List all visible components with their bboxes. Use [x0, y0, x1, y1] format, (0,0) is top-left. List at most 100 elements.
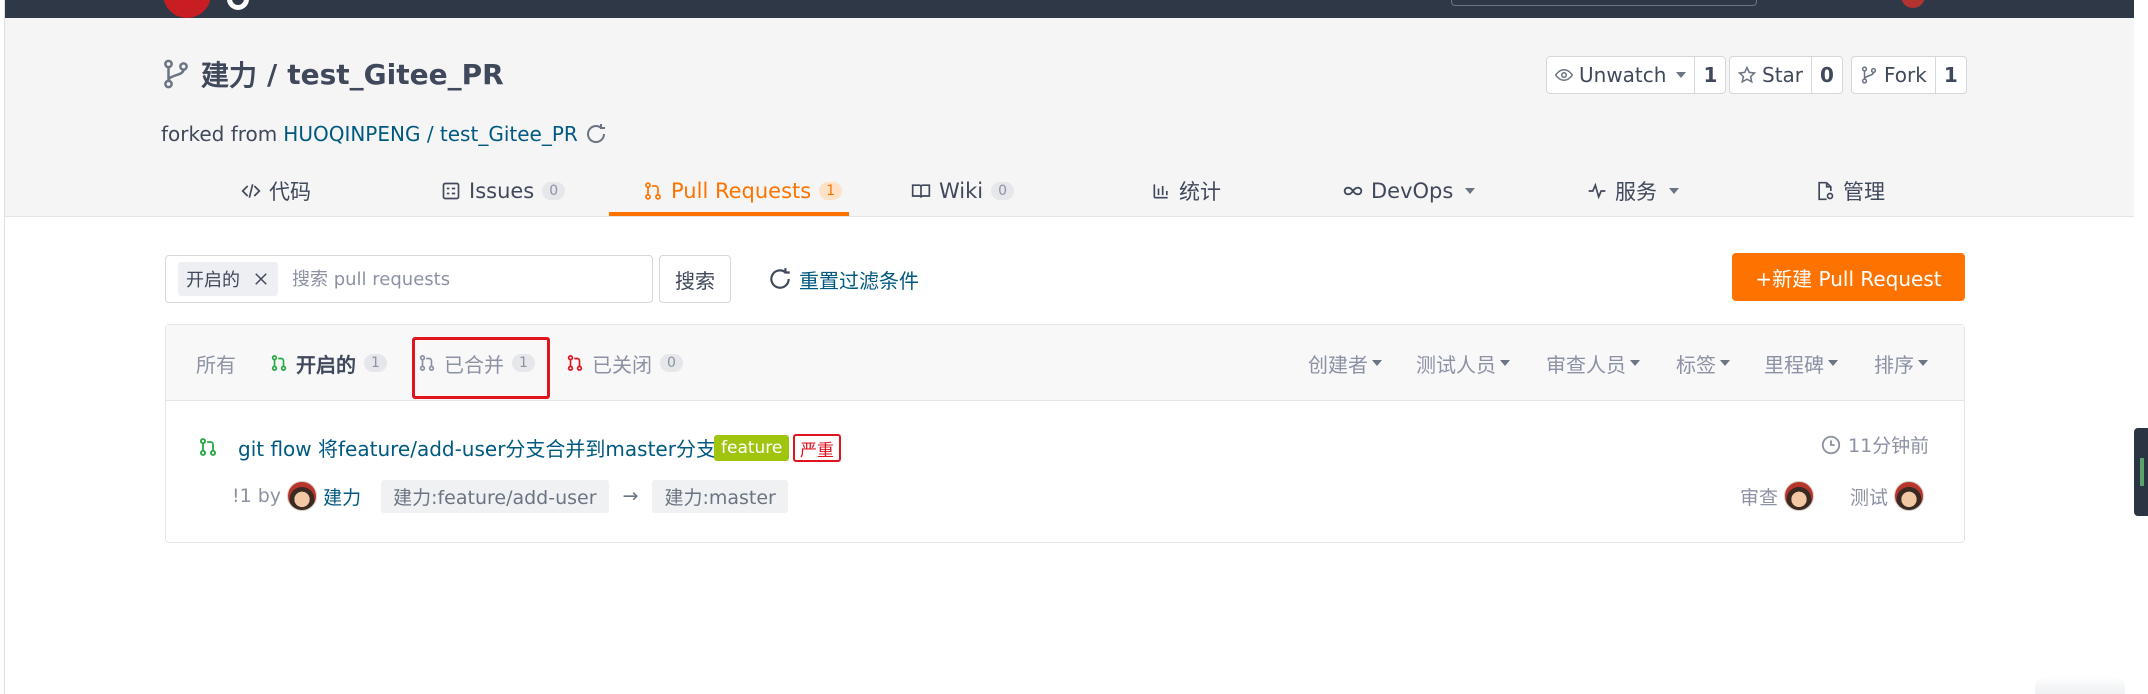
tab-wiki-label: Wiki [939, 178, 984, 203]
label-severe[interactable]: 严重 [793, 434, 841, 462]
unwatch-button[interactable]: Unwatch [1547, 57, 1694, 93]
screenshot-frame: 建力 / test_Gitee_PR Unwatch 1 Star 0 Fork… [0, 0, 2148, 694]
state-tab-closed[interactable]: 已关闭 0 [566, 325, 683, 401]
tab-wiki-count: 0 [991, 181, 1015, 200]
state-all-label: 所有 [196, 352, 236, 377]
star-count[interactable]: 0 [1811, 57, 1842, 93]
source-branch[interactable]: 建力:feature/add-user [381, 479, 609, 513]
pr-closed-icon [567, 355, 583, 371]
tester-avatar[interactable] [1894, 481, 1925, 511]
filter-tester-dropdown[interactable]: 测试人员 [1416, 325, 1510, 401]
pr-reviewer: 审查 [1740, 479, 1815, 513]
close-icon[interactable] [252, 270, 270, 288]
tab-issues-label: Issues [469, 178, 535, 203]
global-search-input[interactable] [1451, 0, 1757, 6]
pr-filter-box: 开启的 [165, 255, 653, 303]
filter-milestone-dropdown[interactable]: 里程碑 [1764, 325, 1838, 401]
gitee-page: 建力 / test_Gitee_PR Unwatch 1 Star 0 Fork… [4, 0, 2134, 694]
reviewer-label: 审查 [1740, 486, 1779, 509]
tab-pulls-count: 1 [819, 181, 843, 200]
filter-chip-label: 开启的 [186, 270, 240, 291]
state-tab-all[interactable]: 所有 [196, 325, 236, 401]
fork-count[interactable]: 1 [1934, 57, 1966, 93]
chevron-down-icon [1828, 360, 1838, 366]
search-button[interactable]: 搜索 [659, 255, 731, 303]
repo-header: 建力 / test_Gitee_PR Unwatch 1 Star 0 Fork… [5, 18, 2134, 217]
user-avatar[interactable] [1901, 0, 1925, 8]
repo-owner-link[interactable]: 建力 [201, 54, 257, 94]
new-pull-request-button[interactable]: +新建 Pull Request [1732, 253, 1965, 301]
book-icon [911, 183, 931, 198]
fork-button[interactable]: Fork [1852, 57, 1935, 93]
star-label: Star [1762, 63, 1804, 87]
dropdown-label: 创建者 [1308, 352, 1368, 377]
highlight-box [412, 337, 550, 399]
branch-arrow: → [622, 485, 639, 507]
tab-pulls-label: Pull Requests [671, 178, 812, 203]
author-avatar[interactable] [287, 481, 318, 511]
forked-from-line: forked from HUOQINPENG / test_Gitee_PR [161, 122, 608, 146]
top-navbar [5, 0, 2134, 18]
chevron-down-icon [1918, 360, 1928, 366]
target-branch[interactable]: 建力:master [652, 479, 788, 513]
chevron-down-icon [1669, 187, 1679, 194]
forked-prefix: forked from [161, 122, 278, 146]
tab-manage-label: 管理 [1843, 179, 1885, 204]
dropdown-label: 测试人员 [1416, 352, 1496, 377]
pr-list-item: git flow 将feature/add-user分支合并到master分支 … [166, 401, 1964, 544]
dropdown-label: 标签 [1676, 352, 1716, 377]
tab-issues[interactable]: Issues 0 [441, 164, 566, 217]
pr-updated-time: 11分钟前 [1820, 431, 1929, 458]
pr-number: !1 by [232, 485, 282, 507]
star-button[interactable]: Star [1730, 57, 1811, 93]
tab-services-label: 服务 [1615, 179, 1657, 204]
pr-meta-line: !1 by 建力 建力:feature/add-user → 建力:master [232, 479, 788, 513]
pr-title-link[interactable]: git flow 将feature/add-user分支合并到master分支 [238, 433, 716, 462]
filter-reviewer-dropdown[interactable]: 审查人员 [1546, 325, 1640, 401]
star-group: Star 0 [1729, 56, 1843, 94]
chevron-down-icon [1465, 187, 1476, 194]
chevron-down-icon [1372, 360, 1382, 366]
infinity-icon [1343, 186, 1363, 195]
watch-group: Unwatch 1 [1546, 56, 1727, 94]
pr-search-input[interactable] [292, 268, 592, 290]
forked-source-link[interactable]: HUOQINPENG / test_Gitee_PR [283, 122, 578, 146]
state-open-count: 1 [364, 354, 387, 372]
fork-branch-icon [164, 59, 188, 89]
pr-open-icon [271, 355, 287, 371]
watch-count[interactable]: 1 [1694, 57, 1725, 93]
tab-manage[interactable]: 管理 [1815, 164, 1885, 217]
gitee-logo-icon[interactable] [163, 0, 211, 18]
sort-dropdown[interactable]: 排序 [1874, 325, 1928, 401]
fork-label: Fork [1884, 63, 1927, 87]
star-icon [1738, 66, 1756, 84]
reset-filters-label: 重置过滤条件 [799, 268, 919, 293]
sync-icon[interactable] [584, 122, 608, 146]
tab-services[interactable]: 服务 [1587, 164, 1679, 217]
fork-icon [1861, 66, 1877, 84]
pr-author-link[interactable]: 建力 [323, 483, 361, 510]
tab-stats-label: 统计 [1179, 179, 1221, 204]
reviewer-avatar[interactable] [1784, 481, 1815, 511]
pr-tester: 测试 [1850, 479, 1925, 513]
repo-name-link[interactable]: test_Gitee_PR [287, 58, 503, 91]
chevron-down-icon [1630, 360, 1640, 366]
repo-title: 建力 / test_Gitee_PR [161, 56, 504, 92]
tab-wiki[interactable]: Wiki 0 [911, 164, 1015, 217]
repo-separator: / [267, 57, 278, 91]
tab-code-label: 代码 [269, 179, 311, 204]
state-tab-open[interactable]: 开启的 1 [270, 325, 387, 401]
pr-list-header: 所有 开启的 1 已合并 1 已关闭 0 创建者 测试人员 审查人员 标签 里程… [166, 325, 1964, 401]
filter-label-dropdown[interactable]: 标签 [1676, 325, 1730, 401]
side-scroll-handle[interactable] [2134, 428, 2148, 516]
tab-devops[interactable]: DevOps [1343, 164, 1476, 217]
tab-pull-requests[interactable]: Pull Requests 1 [643, 164, 843, 217]
filter-creator-dropdown[interactable]: 创建者 [1308, 325, 1382, 401]
bar-chart-icon [1153, 183, 1168, 198]
pr-list-panel: 所有 开启的 1 已合并 1 已关闭 0 创建者 测试人员 审查人员 标签 里程… [165, 324, 1965, 543]
reset-filters-link[interactable]: 重置过滤条件 [767, 263, 919, 295]
floating-widget [2035, 676, 2125, 694]
tab-code[interactable]: 代码 [241, 164, 311, 217]
label-feature[interactable]: feature [714, 435, 790, 461]
tab-stats[interactable]: 统计 [1151, 164, 1221, 217]
